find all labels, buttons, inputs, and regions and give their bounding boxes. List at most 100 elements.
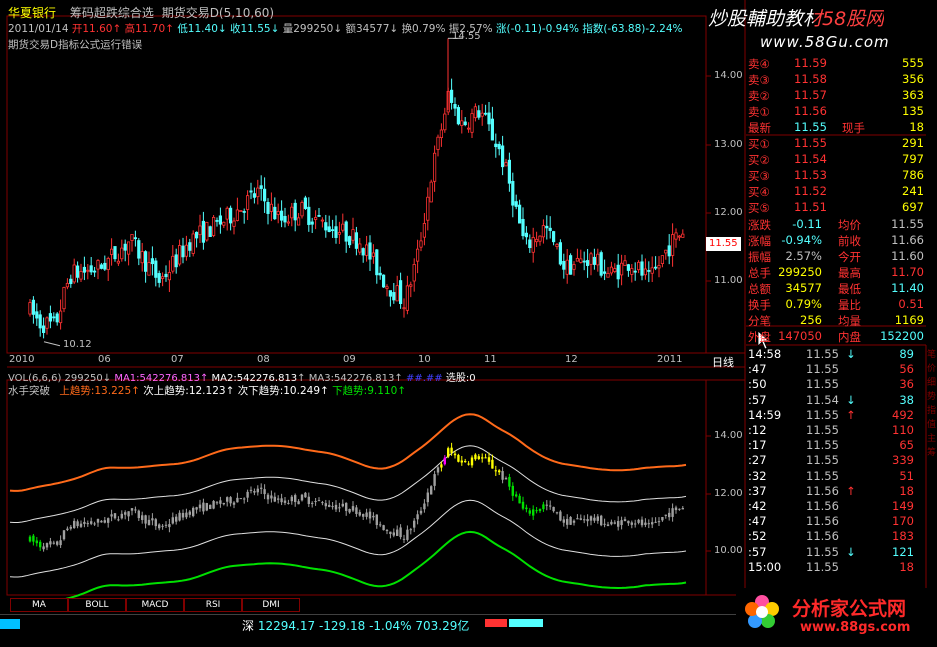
latest-row[interactable]: 最新 11.55 现手 18 <box>746 120 926 136</box>
indicator-candle-body <box>535 510 538 512</box>
month-label: 09 <box>343 354 356 365</box>
bid-row[interactable]: 买④ 11.52 241 <box>746 184 926 200</box>
tick-price: 11.55 <box>806 377 839 392</box>
stock-name[interactable]: 华夏银行 <box>8 6 56 20</box>
indicator-candle-body <box>263 489 266 495</box>
price-candle-body <box>69 278 73 285</box>
tick-row[interactable]: :27 11.55 339 <box>746 453 926 468</box>
tick-row[interactable]: :47 11.55 56 <box>746 362 926 377</box>
bar-amount: 额34577 <box>345 23 390 35</box>
stats-row[interactable]: 涨跌 -0.11 均价 11.55 <box>746 217 926 233</box>
price-candle-body <box>582 260 586 263</box>
side-tab[interactable]: 主 <box>927 431 937 444</box>
tick-row[interactable]: :50 11.55 36 <box>746 377 926 392</box>
tick-row[interactable]: :57 11.54 ↓ 38 <box>746 393 926 408</box>
tick-volume: 121 <box>892 544 914 559</box>
price-candle-body <box>76 265 80 278</box>
price-candle-body <box>426 196 430 221</box>
tick-row[interactable]: :47 11.56 170 <box>746 514 926 529</box>
stat-value: 2.57% <box>785 249 822 263</box>
indicator-candle-body <box>328 504 331 507</box>
formula-name-2[interactable]: 期货交易D(5,10,60) <box>162 6 274 20</box>
stats-row[interactable]: 总额 34577 最低 11.40 <box>746 281 926 297</box>
side-tab[interactable]: 笔 <box>927 347 937 360</box>
stats-row[interactable]: 振幅 2.57% 今开 11.60 <box>746 249 926 265</box>
ask-row[interactable]: 卖③ 11.58 356 <box>746 72 926 88</box>
tab-ma[interactable]: MA <box>10 598 68 612</box>
ask-row[interactable]: 卖② 11.57 363 <box>746 88 926 104</box>
indicator-candle-body <box>175 516 178 522</box>
side-tab[interactable]: 细 <box>927 375 937 388</box>
stat-label: 量比 <box>838 298 861 312</box>
status-change: -129.18 <box>318 619 366 633</box>
bid-row[interactable]: 买② 11.54 797 <box>746 152 926 168</box>
side-tab[interactable]: 势 <box>927 389 937 402</box>
indicator-panel-frame <box>6 379 707 596</box>
price-candle-body <box>392 292 396 301</box>
month-label: 2011 <box>657 354 683 365</box>
tab-macd[interactable]: MACD <box>126 598 184 612</box>
side-tab[interactable]: 值 <box>927 417 937 430</box>
bid-price: 11.53 <box>794 168 827 182</box>
tick-row[interactable]: :42 11.56 149 <box>746 499 926 514</box>
indicator-candle-body <box>603 523 606 525</box>
tick-row[interactable]: :32 11.55 51 <box>746 469 926 484</box>
indicator-candle-body <box>450 447 453 453</box>
indicator-candle-body <box>130 508 134 511</box>
tick-row[interactable]: 14:59 11.55 ↑ 492 <box>746 408 926 423</box>
side-tab[interactable]: 指 <box>927 403 937 416</box>
indicator-candle-body <box>314 501 317 503</box>
stats-row[interactable]: 换手 0.79% 量比 0.51 <box>746 297 926 313</box>
price-candle-body <box>171 255 175 272</box>
stat-value: 0.79% <box>785 297 822 311</box>
price-candle-body <box>113 246 117 260</box>
price-candle-body <box>436 136 440 150</box>
tick-row[interactable]: :52 11.56 183 <box>746 529 926 544</box>
tick-row[interactable]: :37 11.56 ↑ 18 <box>746 484 926 499</box>
bid-row[interactable]: 买③ 11.53 786 <box>746 168 926 184</box>
price-candle-body <box>293 202 297 221</box>
tick-row[interactable]: 15:00 11.55 18 <box>746 560 926 575</box>
watermark-title-top: 炒股輔助教材58股网 <box>708 8 885 30</box>
tick-row[interactable]: :17 11.55 65 <box>746 438 926 453</box>
indicator-candle-body <box>56 541 59 545</box>
indicator-name[interactable]: 水手突破 <box>8 385 50 397</box>
tab-rsi[interactable]: RSI <box>184 598 242 612</box>
current-volume-label: 现手 <box>842 121 865 135</box>
ask-row[interactable]: 卖④ 11.59 555 <box>746 56 926 72</box>
price-candle-body <box>79 271 83 280</box>
period-label[interactable]: 日线 <box>712 354 734 370</box>
current-volume: 18 <box>909 120 924 134</box>
stat-value: 34577 <box>785 281 822 295</box>
indicator-candle-body <box>538 508 542 511</box>
outer-inner-row[interactable]: 外盘 147050 内盘 152200 <box>746 329 926 345</box>
stats-row[interactable]: 分笔 256 均量 1169 <box>746 313 926 329</box>
ask-row[interactable]: 卖① 11.56 135 <box>746 104 926 120</box>
bid-volume: 697 <box>902 200 924 214</box>
tab-boll[interactable]: BOLL <box>68 598 126 612</box>
bid-row[interactable]: 买⑤ 11.51 697 <box>746 200 926 216</box>
indicator-candle-body <box>457 454 460 462</box>
indicator-candle-body <box>188 511 191 515</box>
price-candle-body <box>640 261 644 276</box>
indicator-candle-body <box>640 519 644 526</box>
tick-row[interactable]: 14:58 11.55 ↓ 89 <box>746 347 926 362</box>
bid-row[interactable]: 买① 11.55 291 <box>746 136 926 152</box>
indicator-candle-body <box>120 513 123 519</box>
tab-dmi[interactable]: DMI <box>242 598 300 612</box>
stat-value: 11.66 <box>891 233 924 247</box>
formula-name-1[interactable]: 筹码超跌综合选 <box>70 6 154 20</box>
stats-row[interactable]: 总手 299250 最高 11.70 <box>746 265 926 281</box>
price-candle-body <box>48 313 53 322</box>
price-candle-body <box>157 273 161 283</box>
indicator-candle-body <box>382 525 385 531</box>
side-tab[interactable]: 价 <box>927 361 937 374</box>
stat-label: 前收 <box>838 234 861 248</box>
price-candle-body <box>528 239 532 249</box>
stats-row[interactable]: 涨幅 -0.94% 前收 11.66 <box>746 233 926 249</box>
tick-row[interactable]: :57 11.55 ↓ 121 <box>746 545 926 560</box>
indicator-candle-body <box>402 538 406 540</box>
tick-row[interactable]: :12 11.55 110 <box>746 423 926 438</box>
side-tab[interactable]: 筹 <box>927 445 937 458</box>
indicator-candle-body <box>576 518 579 520</box>
